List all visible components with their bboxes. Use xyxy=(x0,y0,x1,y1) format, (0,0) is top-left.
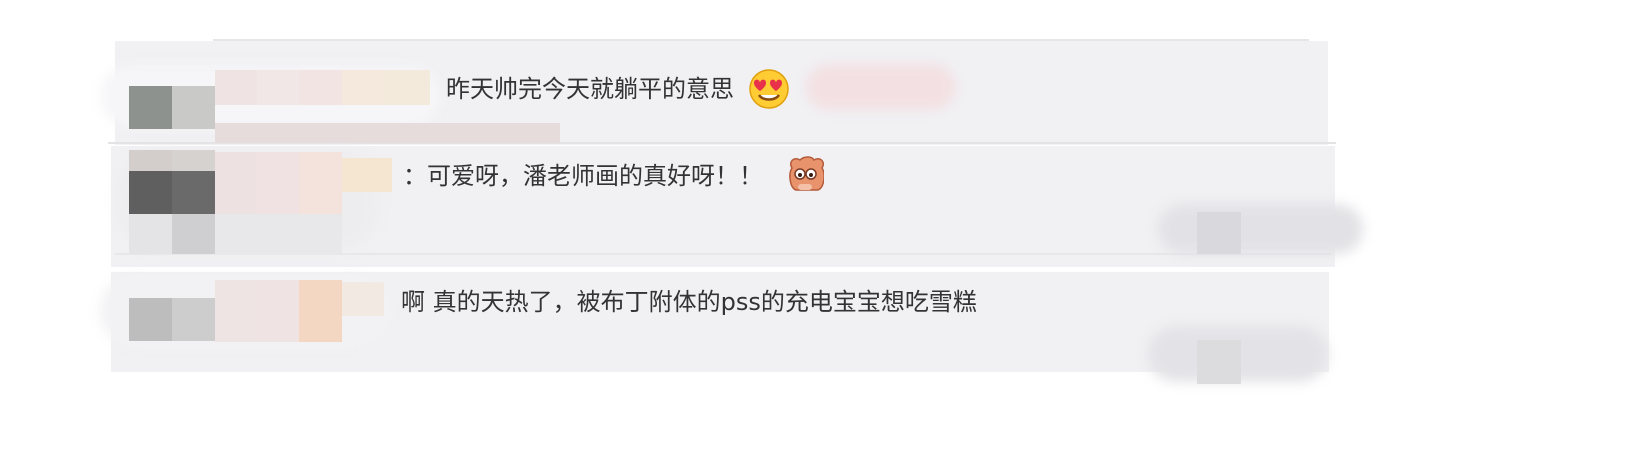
username-mosaic xyxy=(299,70,342,105)
username-mosaic xyxy=(215,70,257,105)
timestamp-mosaic xyxy=(1197,212,1241,254)
top-divider xyxy=(213,39,1309,41)
username-mosaic xyxy=(342,70,385,105)
timestamp-mosaic xyxy=(1197,340,1241,384)
avatar[interactable] xyxy=(129,171,172,214)
heart-eyes-emoji xyxy=(749,69,789,109)
cute-bear-sticker xyxy=(789,156,824,191)
avatar-mosaic xyxy=(172,214,215,254)
avatar[interactable] xyxy=(129,86,172,129)
username-mosaic xyxy=(299,280,342,342)
username-mosaic xyxy=(257,70,299,105)
avatar-mosaic xyxy=(172,150,215,171)
username-mosaic xyxy=(342,158,392,192)
username-mosaic xyxy=(215,152,257,214)
comment-text: 啊 真的天热了，被布丁附体的pss的充电宝宝想吃雪糕 xyxy=(401,288,977,316)
blurred-region xyxy=(1158,204,1363,254)
username-mosaic xyxy=(257,152,299,214)
username-mosaic xyxy=(257,280,299,342)
username-mosaic xyxy=(215,280,257,342)
avatar-mosaic xyxy=(172,298,215,341)
avatar-mosaic xyxy=(129,214,172,254)
comment-text: ：可爱呀，潘老师画的真好呀！！ xyxy=(403,162,763,190)
image-preview-mosaic xyxy=(215,123,560,143)
blurred-region xyxy=(806,64,956,110)
avatar-mosaic xyxy=(172,171,215,214)
comment-text: 昨天帅完今天就躺平的意思 xyxy=(446,75,734,103)
username-mosaic xyxy=(299,152,342,214)
avatar-mosaic xyxy=(129,150,172,171)
username-mosaic xyxy=(342,282,384,316)
username-mosaic xyxy=(215,214,342,254)
avatar-mosaic xyxy=(172,86,215,129)
username-mosaic xyxy=(385,70,430,105)
avatar[interactable] xyxy=(129,298,172,341)
